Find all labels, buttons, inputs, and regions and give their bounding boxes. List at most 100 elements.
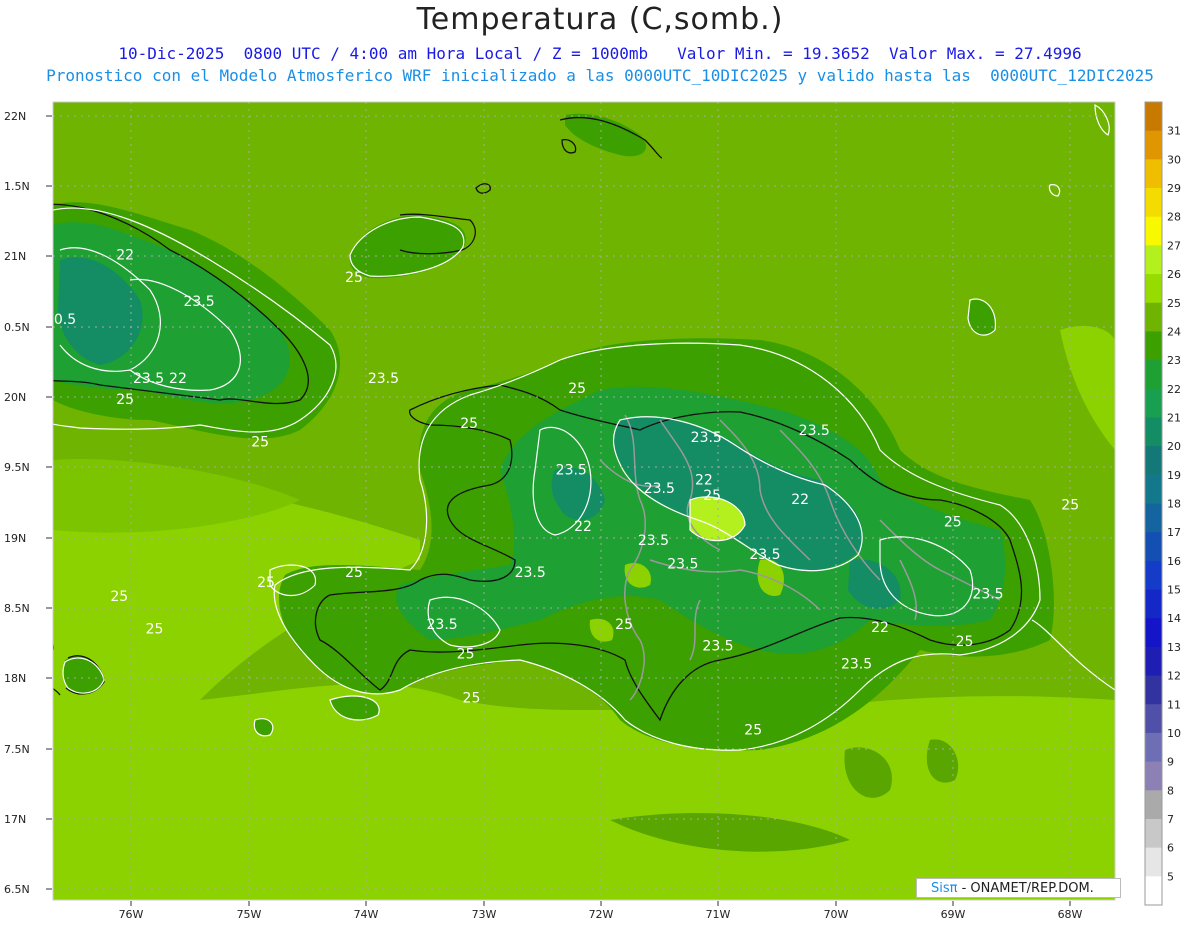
temperature-field: [53, 102, 1115, 900]
contour-label: 22: [871, 620, 889, 636]
colorbar-label: 12: [1167, 670, 1181, 683]
lon-label: 76W: [119, 908, 144, 921]
contour-label: 23.5: [427, 617, 458, 633]
lon-label: 74W: [354, 908, 379, 921]
colorbar-swatch: [1145, 618, 1162, 648]
colorbar-label: 31: [1167, 125, 1181, 138]
colorbar-swatch: [1145, 818, 1162, 849]
lon-label: 70W: [824, 908, 849, 921]
contour-label: 25: [345, 270, 363, 286]
contour-label: 22: [116, 247, 134, 263]
lat-label: 17N: [4, 813, 26, 826]
colorbar-swatch: [1145, 159, 1162, 189]
coast-jamaica-w: [53, 642, 54, 651]
contour-label: 23.5: [556, 463, 587, 479]
contour-label: 25: [457, 647, 475, 663]
contour-label: 23.5: [638, 533, 669, 549]
colorbar-label: 15: [1167, 584, 1181, 597]
colorbar-swatch: [1145, 532, 1162, 562]
contour-label: 22: [574, 519, 592, 535]
colorbar-label: 19: [1167, 469, 1181, 482]
colorbar-label: 10: [1167, 727, 1181, 740]
colorbar-swatch: [1145, 675, 1162, 705]
colorbar-swatch: [1145, 847, 1162, 877]
colorbar-label: 24: [1167, 325, 1181, 338]
contour-label: 20.5: [45, 312, 76, 328]
colorbar-label: 29: [1167, 182, 1181, 195]
contour-label: 23.5: [702, 638, 733, 654]
lat-ticks: [46, 115, 52, 890]
colorbar-swatch: [1145, 388, 1162, 418]
colorbar-label: 11: [1167, 698, 1181, 711]
colorbar-swatch: [1145, 417, 1162, 447]
colorbar-swatch: [1145, 589, 1162, 619]
contour-label: 25: [146, 621, 164, 637]
contour-label: 23.5: [368, 371, 399, 387]
contour-label: 25: [110, 589, 128, 605]
colorbar-swatch: [1145, 876, 1162, 906]
lon-label: 71W: [706, 908, 731, 921]
colorbar-label: 6: [1167, 842, 1174, 855]
colorbar-swatch: [1145, 130, 1162, 160]
colorbar-label: 27: [1167, 239, 1181, 252]
colorbar-swatch: [1145, 790, 1162, 820]
lon-label: 68W: [1058, 908, 1083, 921]
lon-label: 72W: [589, 908, 614, 921]
lon-label: 75W: [237, 908, 262, 921]
lon-label: 73W: [472, 908, 497, 921]
colorbar-swatch: [1145, 274, 1162, 304]
colorbar-label: 9: [1167, 756, 1174, 769]
sispi-logo: Sisπ: [931, 881, 958, 896]
colorbar-label: 14: [1167, 612, 1181, 625]
lon-ticks: [130, 901, 1071, 906]
colorbar-swatch: [1145, 188, 1162, 218]
lat-label: 8.5N: [4, 602, 30, 615]
contour-label: 25: [568, 381, 586, 397]
colorbar-label: 21: [1167, 411, 1181, 424]
colorbar-label: 13: [1167, 641, 1181, 654]
lat-label: 7.5N: [4, 743, 30, 756]
colorbar-swatch: [1145, 446, 1162, 476]
contour-label: 25: [251, 434, 269, 450]
lat-label: 6.5N: [4, 883, 30, 896]
temperature-map: 22 23.5 20.5 23.5 22 23.5 25 25 25 25 25 25 23.5 22 23…: [4, 79, 1181, 921]
colorbar-swatch: [1145, 761, 1162, 791]
colorbar-swatch: [1145, 360, 1162, 390]
contour-label: 22: [169, 371, 187, 387]
colorbar-swatch: [1145, 704, 1162, 734]
contour-label: 25: [116, 392, 134, 408]
lat-label: 19N: [4, 532, 26, 545]
lat-label: 20N: [4, 391, 26, 404]
lat-label: 18N: [4, 672, 26, 685]
colorbar-swatch: [1145, 102, 1162, 132]
contour-label: 23.5: [133, 371, 164, 387]
colorbar-swatch: [1145, 302, 1162, 332]
credit-box: Sisπ - ONAMET/REP.DOM.: [916, 878, 1121, 898]
contour-label: 25: [257, 575, 275, 591]
contour-label: 23.5: [799, 423, 830, 439]
colorbar-label: 18: [1167, 498, 1181, 511]
colorbar-label: 23: [1167, 354, 1181, 367]
colorbar-swatch: [1145, 646, 1162, 677]
colorbar-swatch: [1145, 216, 1162, 246]
lat-label: 21N: [4, 250, 26, 263]
colorbar-label: 22: [1167, 383, 1181, 396]
colorbar-label: 20: [1167, 440, 1181, 453]
colorbar-label: 17: [1167, 526, 1181, 539]
contour-label: 25: [956, 634, 974, 650]
contour-label: 25: [944, 515, 962, 531]
contour-label: 25: [495, 79, 513, 95]
lat-label: 9.5N: [4, 461, 30, 474]
lat-label: 0.5N: [4, 321, 30, 334]
colorbar-label: 30: [1167, 153, 1181, 166]
colorbar-swatch: [1145, 732, 1162, 763]
colorbar-label: 28: [1167, 211, 1181, 224]
contour-label: 22: [791, 492, 809, 508]
contour-label: 25: [615, 617, 633, 633]
contour-label: 22: [695, 472, 713, 488]
colorbar-label: 7: [1167, 813, 1174, 826]
colorbar-swatch: [1145, 245, 1162, 275]
colorbar-swatch: [1145, 503, 1162, 533]
colorbar-swatch: [1145, 560, 1162, 591]
colorbar-label: 8: [1167, 784, 1174, 797]
